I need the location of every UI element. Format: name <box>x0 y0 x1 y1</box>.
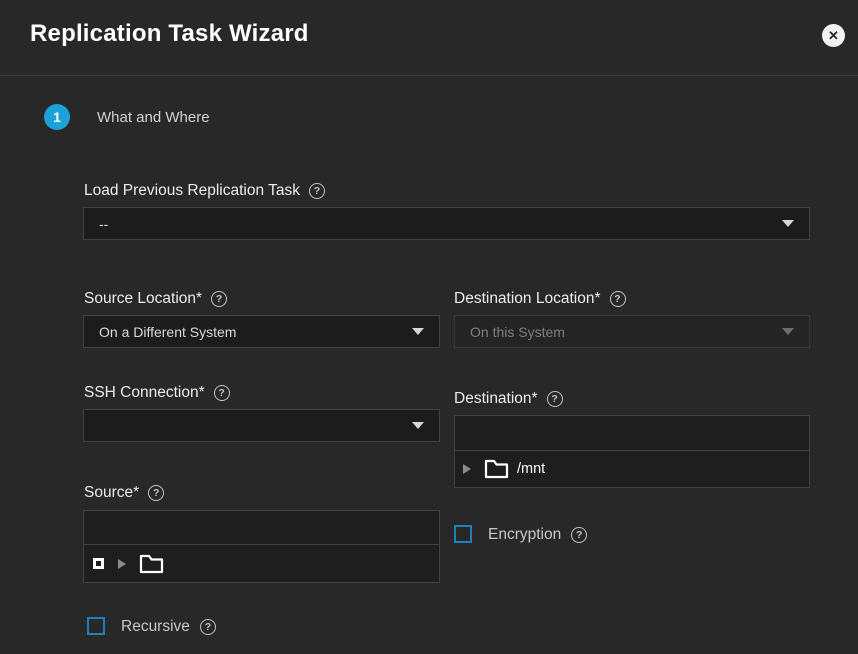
ssh-connection-label-text: SSH Connection* <box>84 384 205 402</box>
tree-node-label: /mnt <box>517 461 545 477</box>
encryption-checkbox[interactable] <box>454 525 472 543</box>
source-location-select[interactable]: On a Different System <box>83 315 440 348</box>
destination-location-label: Destination Location* ? <box>454 290 626 308</box>
folder-icon <box>484 459 509 479</box>
load-previous-label-text: Load Previous Replication Task <box>84 182 300 200</box>
help-icon[interactable]: ? <box>309 183 325 199</box>
help-icon[interactable]: ? <box>200 619 216 635</box>
close-icon: ✕ <box>828 29 839 42</box>
step-1-label: What and Where <box>97 109 210 126</box>
close-button[interactable]: ✕ <box>822 24 845 47</box>
destination-location-label-text: Destination Location* <box>454 290 601 308</box>
step-number: 1 <box>53 109 61 125</box>
ssh-connection-label: SSH Connection* ? <box>84 384 230 402</box>
load-previous-value: -- <box>99 216 108 232</box>
recursive-checkbox[interactable] <box>87 617 105 635</box>
help-icon[interactable]: ? <box>211 291 227 307</box>
source-location-value: On a Different System <box>99 324 236 340</box>
load-previous-select[interactable]: -- <box>83 207 810 240</box>
ssh-connection-select[interactable] <box>83 409 440 442</box>
chevron-down-icon <box>412 422 424 429</box>
tree-node-checkbox[interactable] <box>93 558 104 569</box>
destination-location-select: On this System <box>454 315 810 348</box>
destination-label-text: Destination* <box>454 390 538 408</box>
encryption-label: Encryption ? <box>488 526 587 544</box>
source-path-input[interactable] <box>83 510 440 545</box>
folder-icon <box>139 554 164 574</box>
help-icon[interactable]: ? <box>571 527 587 543</box>
destination-location-value: On this System <box>470 324 565 340</box>
source-tree-root-row[interactable] <box>83 544 440 583</box>
expand-arrow-icon[interactable] <box>463 464 471 474</box>
step-1-indicator[interactable]: 1 <box>44 104 70 130</box>
encryption-label-text: Encryption <box>488 526 561 544</box>
chevron-down-icon <box>782 220 794 227</box>
load-previous-label: Load Previous Replication Task ? <box>84 182 325 200</box>
replication-wizard-dialog: Replication Task Wizard ✕ 1 What and Whe… <box>0 0 858 654</box>
page-title: Replication Task Wizard <box>30 20 309 48</box>
expand-arrow-icon[interactable] <box>118 559 126 569</box>
recursive-label: Recursive ? <box>121 618 216 636</box>
help-icon[interactable]: ? <box>148 485 164 501</box>
dialog-header: Replication Task Wizard ✕ <box>0 0 858 76</box>
destination-path-input[interactable] <box>454 415 810 451</box>
destination-tree-root-row[interactable]: /mnt <box>454 450 810 488</box>
help-icon[interactable]: ? <box>547 391 563 407</box>
help-icon[interactable]: ? <box>214 385 230 401</box>
destination-label: Destination* ? <box>454 390 563 408</box>
help-icon[interactable]: ? <box>610 291 626 307</box>
chevron-down-icon <box>412 328 424 335</box>
source-label: Source* ? <box>84 484 164 502</box>
source-label-text: Source* <box>84 484 139 502</box>
source-location-label: Source Location* ? <box>84 290 227 308</box>
recursive-label-text: Recursive <box>121 618 190 636</box>
chevron-down-icon <box>782 328 794 335</box>
source-location-label-text: Source Location* <box>84 290 202 308</box>
